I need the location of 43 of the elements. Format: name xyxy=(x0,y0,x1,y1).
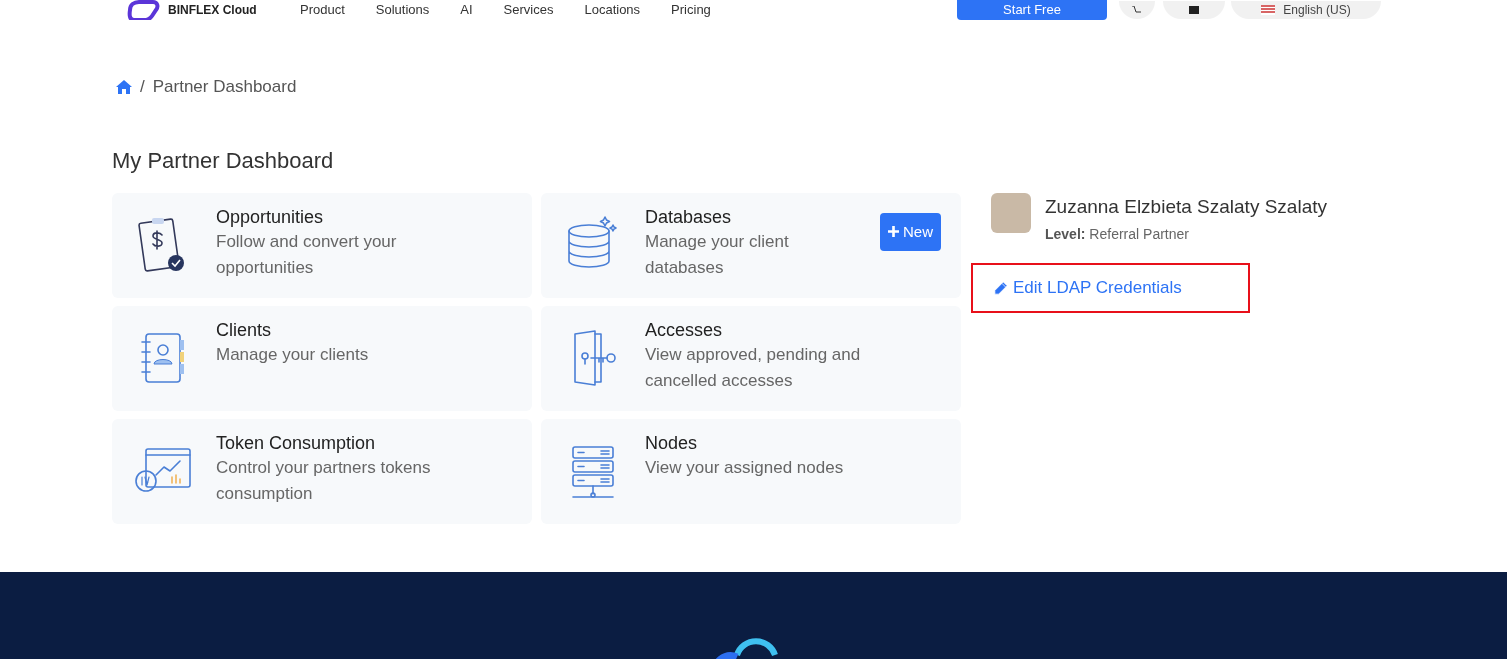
start-free-button[interactable]: Start Free xyxy=(957,0,1107,20)
page-title: My Partner Dashboard xyxy=(112,146,335,175)
card-title: Token Consumption xyxy=(216,431,377,455)
dashboard-card[interactable]: Nodes View your assigned nodes xyxy=(541,418,961,524)
home-icon[interactable] xyxy=(116,79,132,94)
breadcrumb-item: Partner Dashboard xyxy=(152,76,297,98)
plus-icon xyxy=(888,226,899,238)
card-description: Manage your client databases xyxy=(645,230,790,279)
card-title: Databases xyxy=(645,205,733,229)
card-title: Clients xyxy=(216,318,273,342)
cart-button[interactable] xyxy=(1119,1,1155,19)
nav-link[interactable]: Locations xyxy=(584,0,641,20)
card-title: Accesses xyxy=(645,318,724,342)
account-button[interactable] xyxy=(1163,1,1225,19)
card-title: Opportunities xyxy=(216,205,325,229)
language-selector[interactable]: English (US) xyxy=(1231,1,1381,19)
card-description: Control your partners tokens consumption xyxy=(216,456,432,505)
card-title: Nodes xyxy=(645,431,699,455)
card-description: View your assigned nodes xyxy=(645,456,845,479)
edit-credentials-link[interactable]: Edit LDAP Credentials xyxy=(993,275,1182,301)
logo-text: BINFLEX Cloud xyxy=(168,2,257,19)
nav-link[interactable]: Pricing xyxy=(671,0,711,20)
nav-link[interactable]: Product xyxy=(300,0,345,20)
avatar-placeholder xyxy=(991,192,1031,233)
card-description: Follow and convert your opportunities xyxy=(216,230,398,279)
nav-link[interactable]: Services xyxy=(503,0,554,20)
dashboard-card[interactable]: Opportunities Follow and convert your opportunities xyxy=(112,192,532,298)
profile-name: Zuzanna Elzbieta Szalaty Szalaty xyxy=(1045,194,1327,219)
nav-link[interactable]: AI xyxy=(460,0,473,20)
card-description: Manage your clients xyxy=(216,343,370,366)
logo-icon xyxy=(126,0,160,20)
partner-level: Level: Referral Partner xyxy=(1045,225,1190,244)
flag-icon xyxy=(1261,5,1276,15)
dashboard-card[interactable]: Clients Manage your clients xyxy=(112,305,532,411)
breadcrumb-separator: / xyxy=(140,76,145,98)
nav-link[interactable]: Solutions xyxy=(375,0,430,20)
dashboard-card[interactable]: Token Consumption Control your partners tokens consumption xyxy=(112,418,532,524)
card-description: View approved, pending and cancelled accesses xyxy=(645,343,862,392)
dashboard-card[interactable]: Databases Manage your client databases New xyxy=(541,192,961,298)
user-icon xyxy=(1189,6,1199,14)
new-button[interactable]: New xyxy=(880,212,941,251)
pencil-icon xyxy=(993,280,1008,296)
dashboard-card[interactable]: Accesses View approved, pending and cancelled accesses xyxy=(541,305,961,411)
